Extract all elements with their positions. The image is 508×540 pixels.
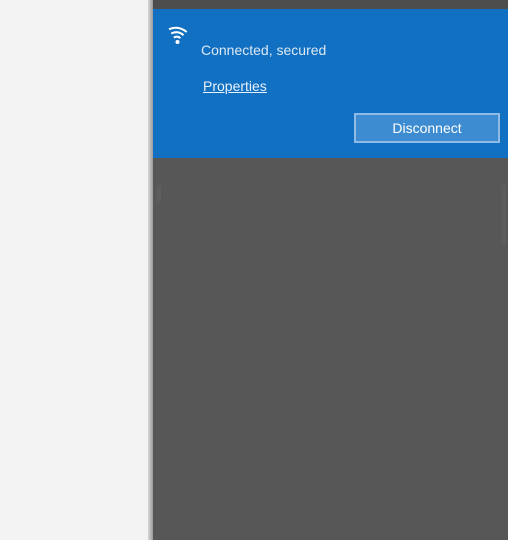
- connected-network-card[interactable]: Connected, secured Properties Disconnect: [153, 9, 508, 158]
- flyout-scrollbar[interactable]: [502, 185, 506, 245]
- screen: Connected, secured Properties Disconnect: [0, 0, 508, 540]
- connection-status-text: Connected, secured: [201, 42, 327, 58]
- properties-link[interactable]: Properties: [203, 77, 267, 95]
- left-pane: [0, 0, 148, 540]
- flyout-top-strip: [153, 0, 508, 9]
- disconnect-button[interactable]: Disconnect: [354, 113, 500, 143]
- network-flyout: Connected, secured Properties Disconnect: [153, 0, 508, 540]
- flyout-scroll-mark: [157, 185, 161, 201]
- wifi-secured-icon: [166, 23, 190, 47]
